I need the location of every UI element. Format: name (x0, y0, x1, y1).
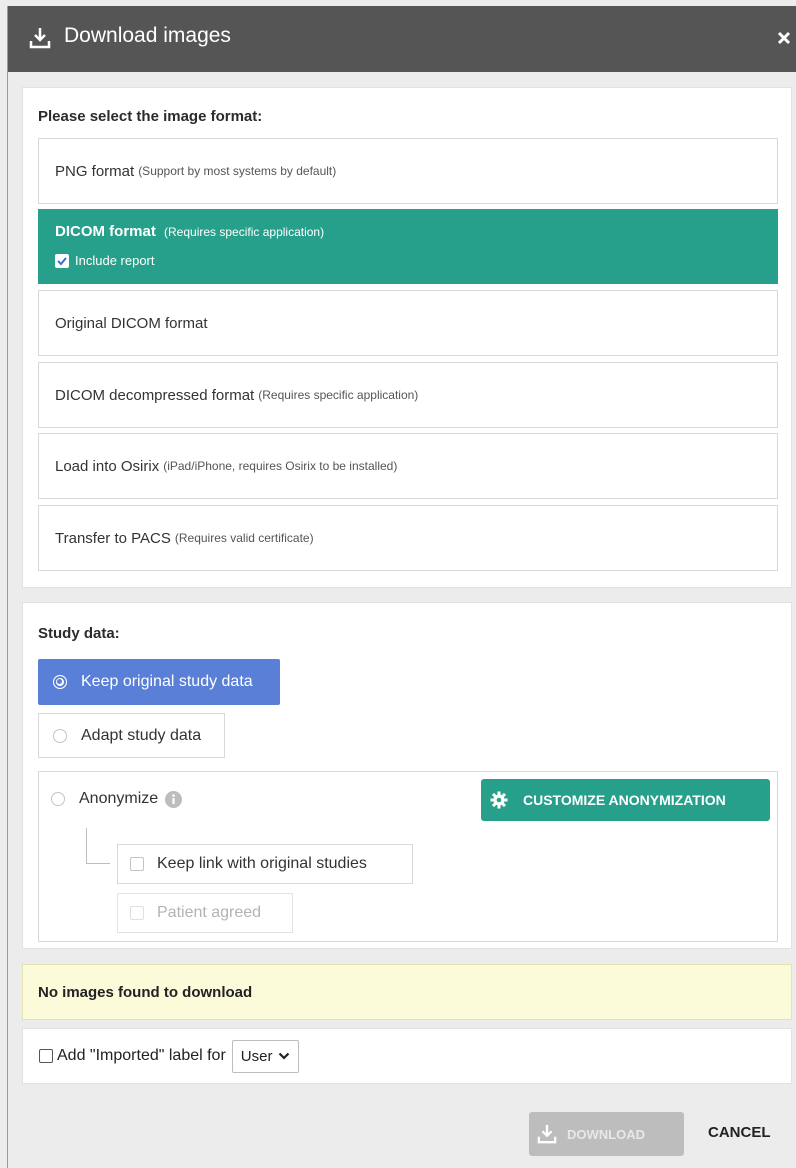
info-icon[interactable] (165, 790, 183, 808)
study-data-panel: Study data: Keep original study data Ada… (22, 602, 792, 949)
format-panel: Please select the image format: PNG form… (22, 87, 792, 588)
gear-icon (490, 791, 508, 809)
include-report-checkbox[interactable]: Include report (55, 253, 777, 268)
patient-agreed-label: Patient agreed (157, 904, 262, 921)
option-sub: (Requires specific application) (258, 388, 419, 402)
format-option-png[interactable]: PNG format (Support by most systems by d… (38, 138, 778, 204)
keep-link-label: Keep link with original studies (157, 855, 367, 872)
format-option-dicom[interactable]: DICOM format (Requires specific applicat… (38, 209, 778, 284)
customize-anonymization-button[interactable]: CUSTOMIZE ANONYMIZATION (481, 779, 770, 821)
radio-icon (51, 792, 65, 806)
option-label: Transfer to PACS (55, 529, 171, 547)
option-sub: (Support by most systems by default) (138, 164, 337, 178)
format-heading: Please select the image format: (38, 108, 263, 125)
close-icon[interactable] (776, 30, 792, 46)
adapt-study-label: Adapt study data (81, 726, 202, 744)
keep-original-radio[interactable]: Keep original study data (38, 659, 280, 705)
study-heading: Study data: (38, 625, 120, 642)
adapt-study-radio[interactable]: Adapt study data (38, 713, 225, 758)
format-option-dicom-decompressed[interactable]: DICOM decompressed format (Requires spec… (38, 362, 778, 428)
radio-selected-icon (53, 675, 67, 689)
option-sub: (Requires specific application) (164, 225, 325, 239)
radio-icon (53, 728, 67, 743)
download-button[interactable]: DOWNLOAD (529, 1112, 684, 1156)
chevron-down-icon (279, 1052, 290, 1060)
include-report-label: Include report (75, 253, 155, 268)
anonymize-box: Anonymize CUSTOMIZE ANONYMIZATION Keep l… (38, 771, 778, 942)
option-label: PNG format (55, 162, 135, 180)
select-value: User (240, 1047, 273, 1065)
download-icon (29, 28, 51, 49)
add-imported-label-text: Add "Imported" label for (57, 1047, 226, 1064)
option-sub: (Requires valid certificate) (174, 531, 314, 545)
checkmark-icon (55, 253, 69, 268)
add-imported-label-checkbox[interactable] (39, 1049, 53, 1063)
anonymize-label: Anonymize (79, 790, 159, 807)
label-target-select[interactable]: User (231, 1039, 300, 1073)
download-label: DOWNLOAD (567, 1126, 645, 1142)
option-label: DICOM decompressed format (55, 386, 255, 404)
download-dialog: Download images Please select the image … (7, 6, 796, 1168)
keep-link-checkbox[interactable]: Keep link with original studies (117, 844, 413, 884)
format-option-osirix[interactable]: Load into Osirix (iPad/iPhone, requires … (38, 433, 778, 499)
patient-agreed-checkbox: Patient agreed (117, 893, 293, 933)
customize-label: CUSTOMIZE ANONYMIZATION (523, 792, 726, 808)
checkbox-icon (130, 857, 144, 871)
warning-message: No images found to download (22, 964, 792, 1020)
dialog-header: Download images (8, 6, 796, 72)
option-label: Load into Osirix (55, 457, 160, 475)
format-option-pacs[interactable]: Transfer to PACS (Requires valid certifi… (38, 505, 778, 571)
imported-label-row: Add "Imported" label for User (22, 1028, 792, 1084)
keep-original-label: Keep original study data (81, 673, 253, 690)
dialog-title: Download images (64, 24, 231, 47)
option-label: DICOM format (55, 223, 156, 240)
tree-connector (86, 828, 110, 864)
option-label: Original DICOM format (55, 314, 208, 332)
download-icon (537, 1124, 557, 1144)
checkbox-icon (130, 906, 144, 920)
format-option-original-dicom[interactable]: Original DICOM format (38, 290, 778, 356)
anonymize-radio[interactable]: Anonymize (51, 790, 183, 808)
cancel-button[interactable]: CANCEL (708, 1124, 771, 1141)
option-sub: (iPad/iPhone, requires Osirix to be inst… (163, 459, 398, 473)
